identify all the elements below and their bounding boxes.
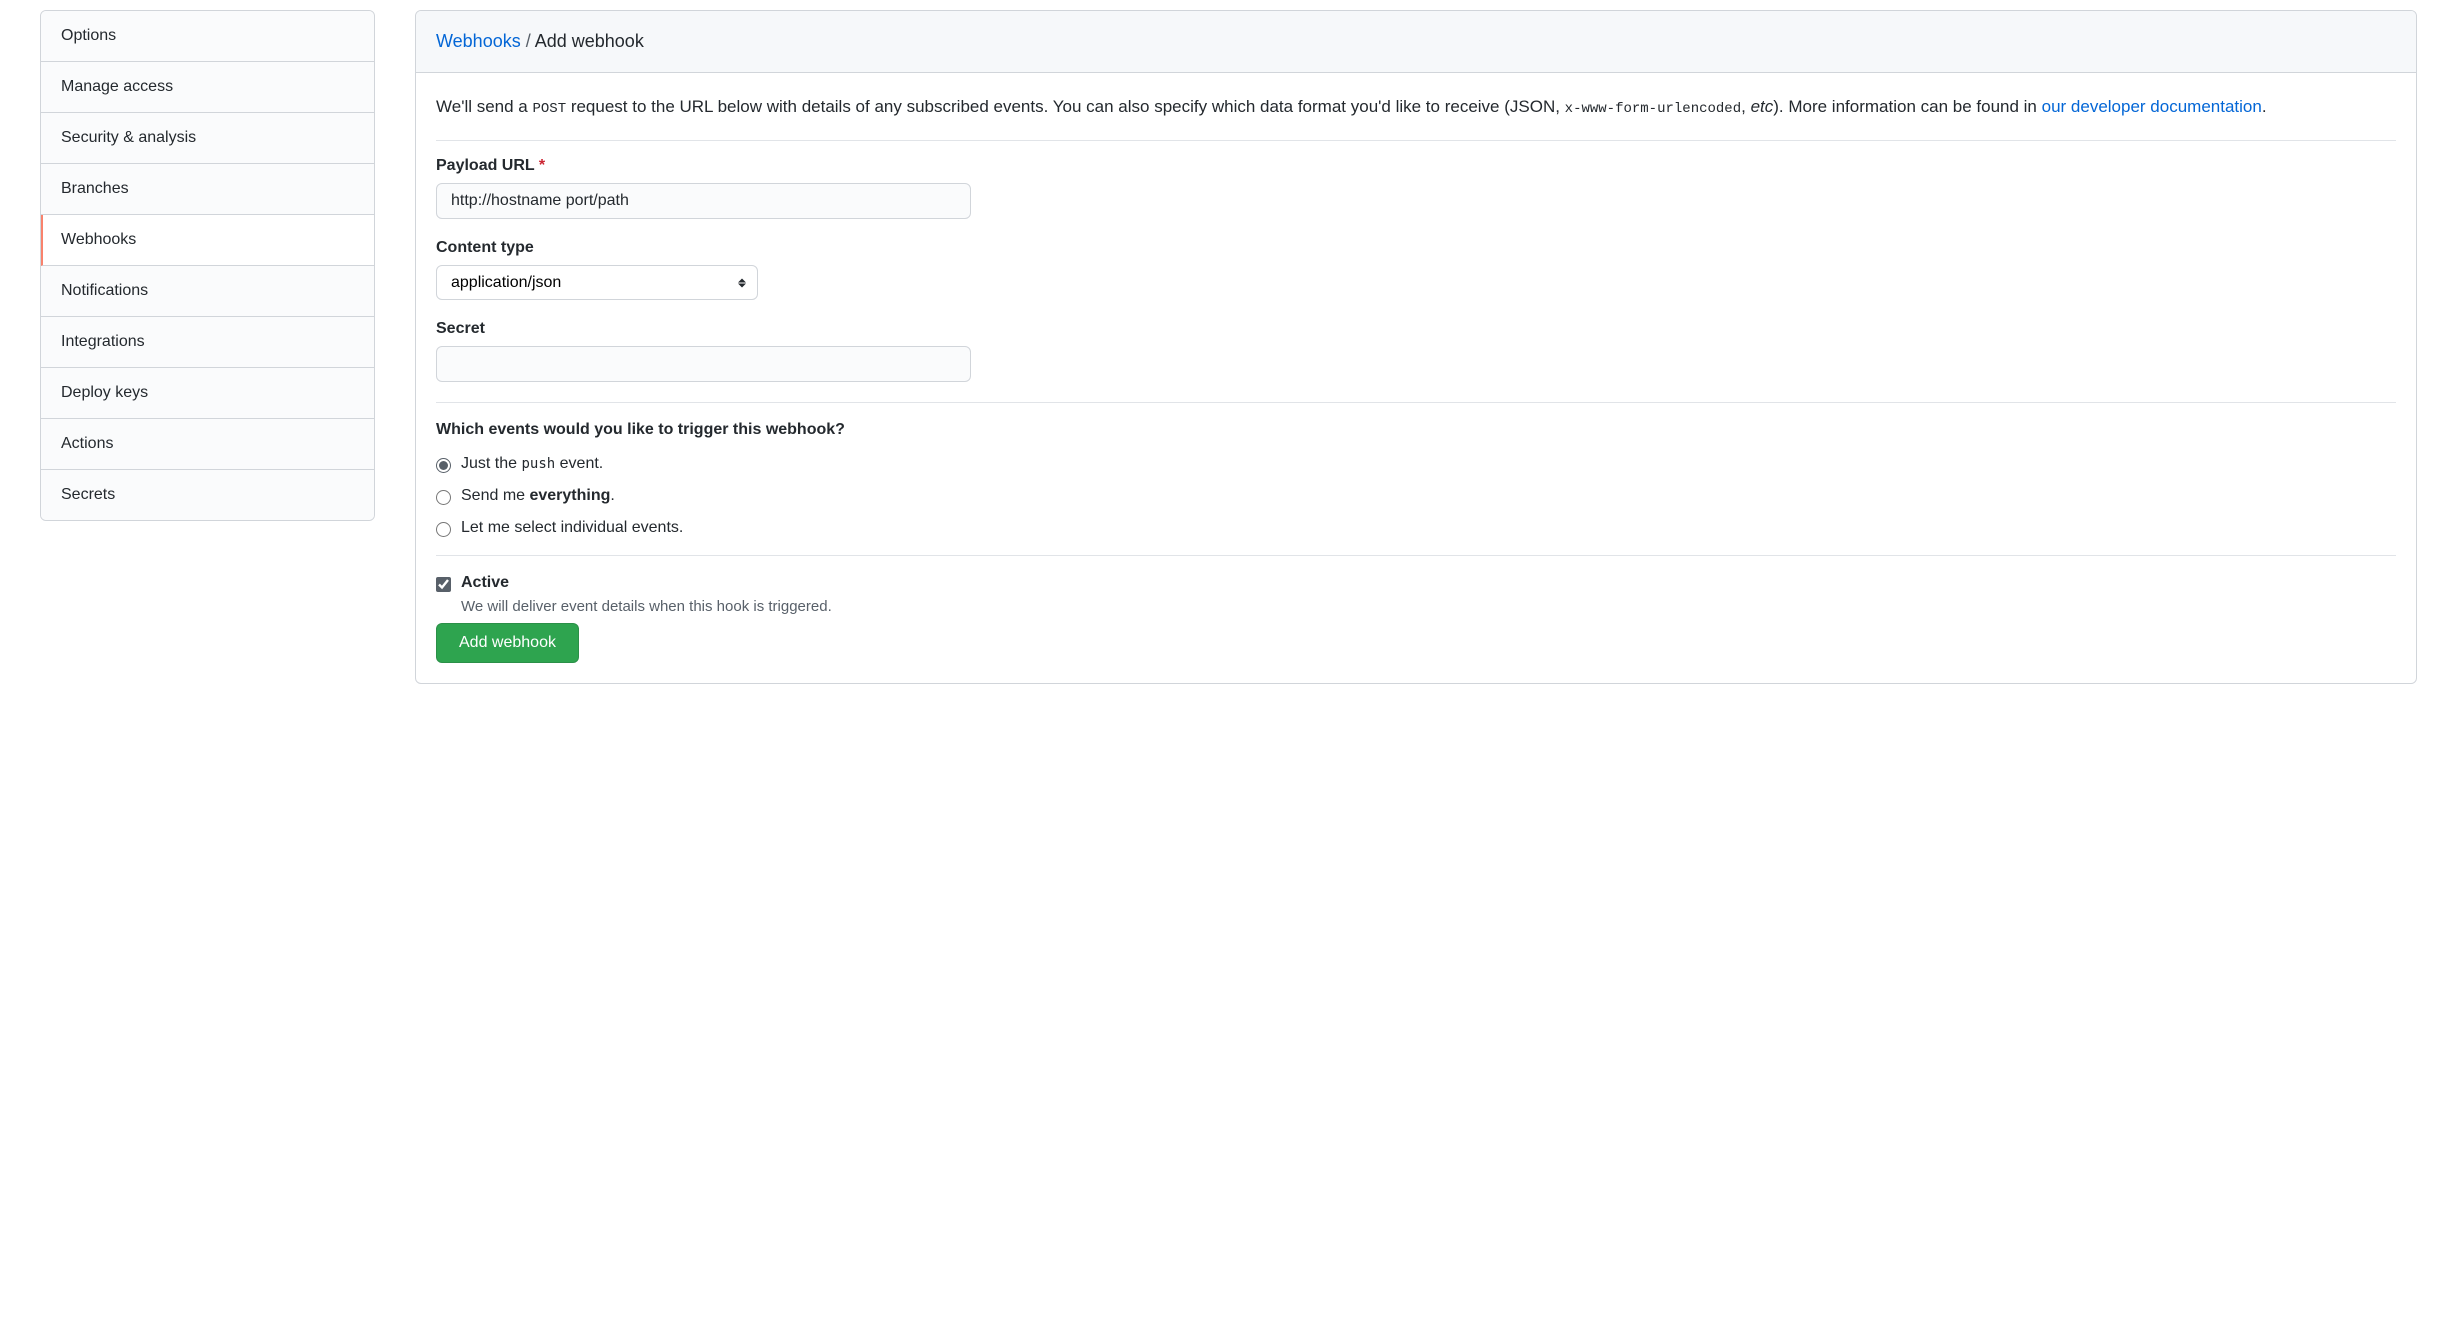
- payload-url-input[interactable]: [436, 183, 971, 219]
- active-note: We will deliver event details when this …: [461, 598, 2396, 615]
- radio-individual-label[interactable]: Let me select individual events.: [461, 519, 683, 537]
- radio-everything-label[interactable]: Send me everything.: [461, 487, 615, 505]
- add-webhook-button[interactable]: Add webhook: [436, 623, 579, 663]
- radio-everything[interactable]: [436, 490, 451, 505]
- active-checkbox[interactable]: [436, 577, 451, 592]
- divider: [436, 402, 2396, 403]
- radio-just-push-label[interactable]: Just the push event.: [461, 455, 603, 473]
- sidebar-item-deploy-keys[interactable]: Deploy keys: [41, 368, 374, 419]
- radio-just-push[interactable]: [436, 458, 451, 473]
- breadcrumb-link-webhooks[interactable]: Webhooks: [436, 31, 521, 51]
- payload-url-label: Payload URL *: [436, 157, 2396, 175]
- content-type-select[interactable]: application/json: [436, 265, 758, 300]
- sidebar-item-webhooks[interactable]: Webhooks: [41, 215, 374, 266]
- sidebar-item-actions[interactable]: Actions: [41, 419, 374, 470]
- secret-label: Secret: [436, 320, 2396, 338]
- intro-text: We'll send a POST request to the URL bel…: [436, 93, 2396, 141]
- sidebar-item-options[interactable]: Options: [41, 11, 374, 62]
- radio-individual[interactable]: [436, 522, 451, 537]
- settings-sidebar: Options Manage access Security & analysi…: [40, 10, 375, 521]
- divider: [436, 555, 2396, 556]
- sidebar-item-integrations[interactable]: Integrations: [41, 317, 374, 368]
- required-mark: *: [539, 157, 545, 174]
- breadcrumb: Webhooks / Add webhook: [416, 11, 2416, 73]
- developer-docs-link[interactable]: our developer documentation: [2042, 97, 2262, 116]
- sidebar-item-manage-access[interactable]: Manage access: [41, 62, 374, 113]
- content-type-label: Content type: [436, 239, 2396, 257]
- breadcrumb-sep: /: [521, 31, 535, 51]
- sidebar-item-secrets[interactable]: Secrets: [41, 470, 374, 520]
- sidebar-item-branches[interactable]: Branches: [41, 164, 374, 215]
- breadcrumb-current: Add webhook: [535, 31, 644, 51]
- main-panel: Webhooks / Add webhook We'll send a POST…: [415, 10, 2417, 684]
- events-heading: Which events would you like to trigger t…: [436, 421, 2396, 439]
- sidebar-item-security-analysis[interactable]: Security & analysis: [41, 113, 374, 164]
- active-label[interactable]: Active: [461, 574, 509, 592]
- sidebar-item-notifications[interactable]: Notifications: [41, 266, 374, 317]
- secret-input[interactable]: [436, 346, 971, 382]
